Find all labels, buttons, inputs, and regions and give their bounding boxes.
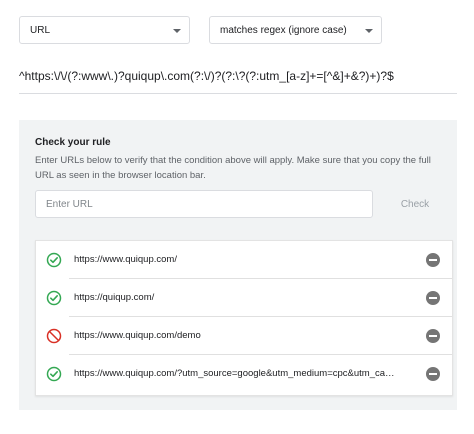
chevron-down-icon	[173, 29, 181, 33]
result-row: https://quiqup.com/	[36, 279, 452, 317]
result-url: https://www.quiqup.com/?utm_source=googl…	[74, 368, 400, 379]
result-row: https://www.quiqup.com/demo	[36, 317, 452, 355]
result-row: https://www.quiqup.com/	[36, 241, 452, 279]
check-rule-title: Check your rule	[35, 137, 111, 148]
operator-select[interactable]: matches regex (ignore case)	[209, 16, 382, 44]
enter-url-input[interactable]	[35, 190, 373, 218]
check-circle-icon	[46, 366, 62, 382]
rule-editor: URL matches regex (ignore case) ^https:\…	[0, 0, 474, 434]
remove-icon[interactable]	[426, 329, 440, 343]
check-rule-panel: Check your rule Enter URLs below to veri…	[19, 120, 457, 410]
field-select-value: URL	[30, 24, 51, 36]
result-url: https://www.quiqup.com/demo	[74, 330, 201, 341]
regex-field[interactable]: ^https:\/\/(?:www\.)?quiqup\.com(?:\/)?(…	[19, 68, 457, 94]
check-rule-description: Enter URLs below to verify that the cond…	[35, 155, 431, 181]
remove-icon[interactable]	[426, 253, 440, 267]
field-select[interactable]: URL	[19, 16, 190, 44]
operator-select-value: matches regex (ignore case)	[220, 24, 347, 36]
results-list: https://www.quiqup.com/ https://quiqup.c…	[35, 240, 453, 396]
result-row: https://www.quiqup.com/?utm_source=googl…	[36, 355, 452, 393]
blocked-icon	[46, 328, 62, 344]
check-circle-icon	[46, 290, 62, 306]
remove-icon[interactable]	[426, 367, 440, 381]
result-url: https://www.quiqup.com/	[74, 254, 177, 265]
chevron-down-icon	[365, 29, 373, 33]
check-button[interactable]: Check	[385, 190, 445, 218]
check-circle-icon	[46, 252, 62, 268]
result-url: https://quiqup.com/	[74, 292, 155, 303]
remove-icon[interactable]	[426, 291, 440, 305]
